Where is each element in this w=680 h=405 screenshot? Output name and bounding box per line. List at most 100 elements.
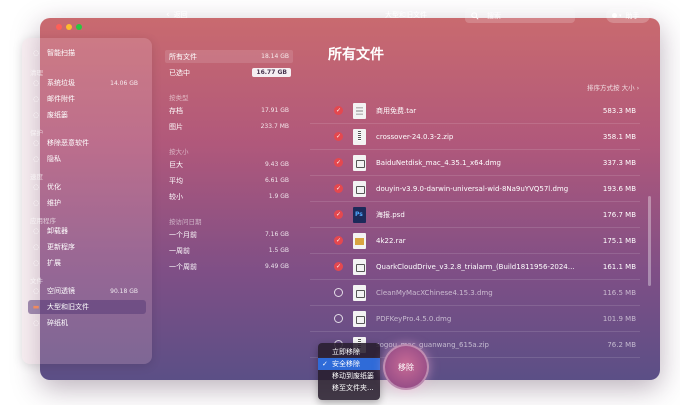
search-field[interactable]: 搜索	[465, 8, 575, 23]
sidebar-item[interactable]: ◌ 更新程序	[28, 240, 146, 254]
file-size: 101.9 MB	[602, 314, 636, 323]
sidebar-item[interactable]: ▬ 大型和旧文件	[28, 300, 146, 314]
remove-options-menu: 立即移除 ✓ 安全移除 移动到废纸篓 移至文件夹...	[318, 343, 380, 400]
file-name: 商用免费.tar	[376, 106, 417, 115]
shredder-icon: ◌	[32, 319, 40, 327]
file-size: 337.3 MB	[602, 158, 636, 167]
menu-item-label: 立即移除	[332, 348, 360, 356]
unchecked-checkbox-icon[interactable]	[334, 314, 343, 323]
remove-button[interactable]: 移除	[383, 344, 429, 390]
sidebar-item[interactable]: ◌ 维护	[28, 196, 146, 210]
checked-checkbox-icon[interactable]: ✓	[334, 236, 343, 245]
filter-row[interactable]: 一个周前 9.49 GB	[165, 260, 293, 273]
file-size: 175.1 MB	[602, 236, 636, 245]
sidebar: ◌ 智能扫描 清理 ◌ 系统垃圾 14.06 GB ◌ 邮件附件 ◌ 废纸篓 保护 ◌ 移除恶意软件 ◌ 隐…	[22, 38, 152, 364]
file-row[interactable]: CleanMyMacXChinese4.15.3.dmg 116.5 MB	[310, 280, 640, 306]
back-label: 返回	[173, 11, 188, 19]
filter-label: 所有文件	[169, 52, 197, 61]
filter-row[interactable]: 一个月前 7.16 GB	[165, 228, 293, 241]
filter-size: 1.5 GB	[268, 247, 289, 254]
sidebar-item[interactable]: ◌ 隐私	[28, 152, 146, 166]
filter-row[interactable]: 存档 17.91 GB	[165, 104, 293, 117]
dmg-file-icon	[353, 258, 366, 275]
lens-icon: ◌	[32, 287, 40, 295]
scrollbar[interactable]	[648, 196, 651, 286]
filter-row[interactable]: 已选中 16.77 GB	[165, 66, 293, 79]
sidebar-item-label: 优化	[47, 183, 61, 191]
back-button[interactable]: ‹ 返回	[166, 10, 188, 20]
sidebar-item[interactable]: ◌ 扩展	[28, 256, 146, 270]
file-row[interactable]: ✓ 商用免费.tar 583.3 MB	[310, 98, 640, 124]
filter-size: 9.49 GB	[264, 263, 289, 270]
filter-row[interactable]: 较小 1.9 GB	[165, 190, 293, 203]
menu-item[interactable]: ✓ 安全移除	[318, 358, 380, 370]
remove-button-label: 移除	[398, 362, 414, 372]
close-window-button[interactable]	[56, 24, 62, 30]
filter-label: 巨大	[169, 160, 183, 169]
assistant-button[interactable]: ▾ 助手	[606, 8, 650, 23]
gear-circle-icon: ◌	[32, 79, 40, 87]
trash-icon: ◌	[32, 111, 40, 119]
filter-label: 存档	[169, 106, 183, 115]
filter-row[interactable]: 平均 6.61 GB	[165, 174, 293, 187]
file-size: 176.7 MB	[602, 210, 636, 219]
sidebar-item[interactable]: ◌ 废纸篓	[28, 108, 146, 122]
checked-checkbox-icon[interactable]: ✓	[334, 184, 343, 193]
assistant-dot-icon	[612, 13, 617, 18]
sidebar-item-size: 90.18 GB	[110, 287, 138, 295]
sidebar-item-label: 空间透镜	[47, 287, 75, 295]
filter-size: 6.61 GB	[264, 177, 289, 184]
file-row[interactable]: ✓ 4k22.rar 175.1 MB	[310, 228, 640, 254]
sidebar-item[interactable]: ◌ 智能扫描	[28, 46, 146, 60]
file-row[interactable]: ✓ QuarkCloudDrive_v3.2.8_trialarm_(Build1…	[310, 254, 640, 280]
sidebar-item[interactable]: ◌ 优化	[28, 180, 146, 194]
unchecked-checkbox-icon[interactable]	[334, 288, 343, 297]
sort-control[interactable]: 排序方式按 大小 ›	[587, 82, 639, 92]
sidebar-item[interactable]: ◌ 空间透镜 90.18 GB	[28, 284, 146, 298]
sidebar-item-label: 智能扫描	[47, 49, 75, 57]
sidebar-item[interactable]: ◌ 系统垃圾 14.06 GB	[28, 76, 146, 90]
filter-label: 图片	[169, 122, 183, 131]
selected-size-badge: 16.77 GB	[252, 68, 291, 77]
file-size: 583.3 MB	[602, 106, 636, 115]
filter-size: 7.16 GB	[264, 231, 289, 238]
menu-item[interactable]: 移至文件夹...	[318, 382, 380, 394]
sidebar-item[interactable]: ◌ 碎纸机	[28, 316, 146, 330]
window-title: 大型和旧文件	[385, 11, 427, 19]
sidebar-item-label: 碎纸机	[47, 319, 68, 327]
filter-row[interactable]: 图片 233.7 MB	[165, 120, 293, 133]
sidebar-item[interactable]: ◌ 卸载器	[28, 224, 146, 238]
sidebar-item[interactable]: ◌ 邮件附件	[28, 92, 146, 106]
assistant-caret-icon: ▾	[619, 12, 622, 19]
menu-item[interactable]: 移动到废纸篓	[318, 370, 380, 382]
file-row[interactable]: ✓ 海报.psd 176.7 MB	[310, 202, 640, 228]
checked-checkbox-icon[interactable]: ✓	[334, 158, 343, 167]
filter-row[interactable]: 巨大 9.43 GB	[165, 158, 293, 171]
file-row[interactable]: ✓ BaiduNetdisk_mac_4.35.1_x64.dmg 337.3 MB	[310, 150, 640, 176]
filter-size: 233.7 MB	[260, 123, 289, 130]
filter-row[interactable]: 一周前 1.5 GB	[165, 244, 293, 257]
file-row[interactable]: ✓ crossover-24.0.3-2.zip 358.1 MB	[310, 124, 640, 150]
dmg-file-icon	[353, 154, 366, 171]
file-size: 193.6 MB	[602, 184, 636, 193]
file-row[interactable]: ✓ douyin-v3.9.0-darwin-universal-wid-8Na9…	[310, 176, 640, 202]
page-title: 所有文件	[328, 47, 384, 63]
file-name: QuarkCloudDrive_v3.2.8_trialarm_(Build18…	[376, 262, 576, 271]
checked-checkbox-icon[interactable]: ✓	[334, 132, 343, 141]
chevron-left-icon: ‹	[166, 10, 170, 20]
filter-size: 9.43 GB	[264, 161, 289, 168]
filter-row[interactable]: 所有文件 18.14 GB	[165, 50, 293, 63]
sidebar-item[interactable]: ◌ 移除恶意软件	[28, 136, 146, 150]
checked-checkbox-icon[interactable]: ✓	[334, 106, 343, 115]
extension-icon: ◌	[32, 259, 40, 267]
filter-section-label: 按访问日期	[169, 218, 202, 226]
file-row[interactable]: PDFKeyPro.4.5.0.dmg 101.9 MB	[310, 306, 640, 332]
checked-checkbox-icon[interactable]: ✓	[334, 262, 343, 271]
minimize-window-button[interactable]	[66, 24, 72, 30]
zoom-window-button[interactable]	[76, 24, 82, 30]
dmg-file-icon	[353, 310, 366, 327]
checked-checkbox-icon[interactable]: ✓	[334, 210, 343, 219]
search-icon	[471, 11, 479, 20]
file-name: 海报.psd	[376, 210, 405, 219]
menu-item[interactable]: 立即移除	[318, 346, 380, 358]
